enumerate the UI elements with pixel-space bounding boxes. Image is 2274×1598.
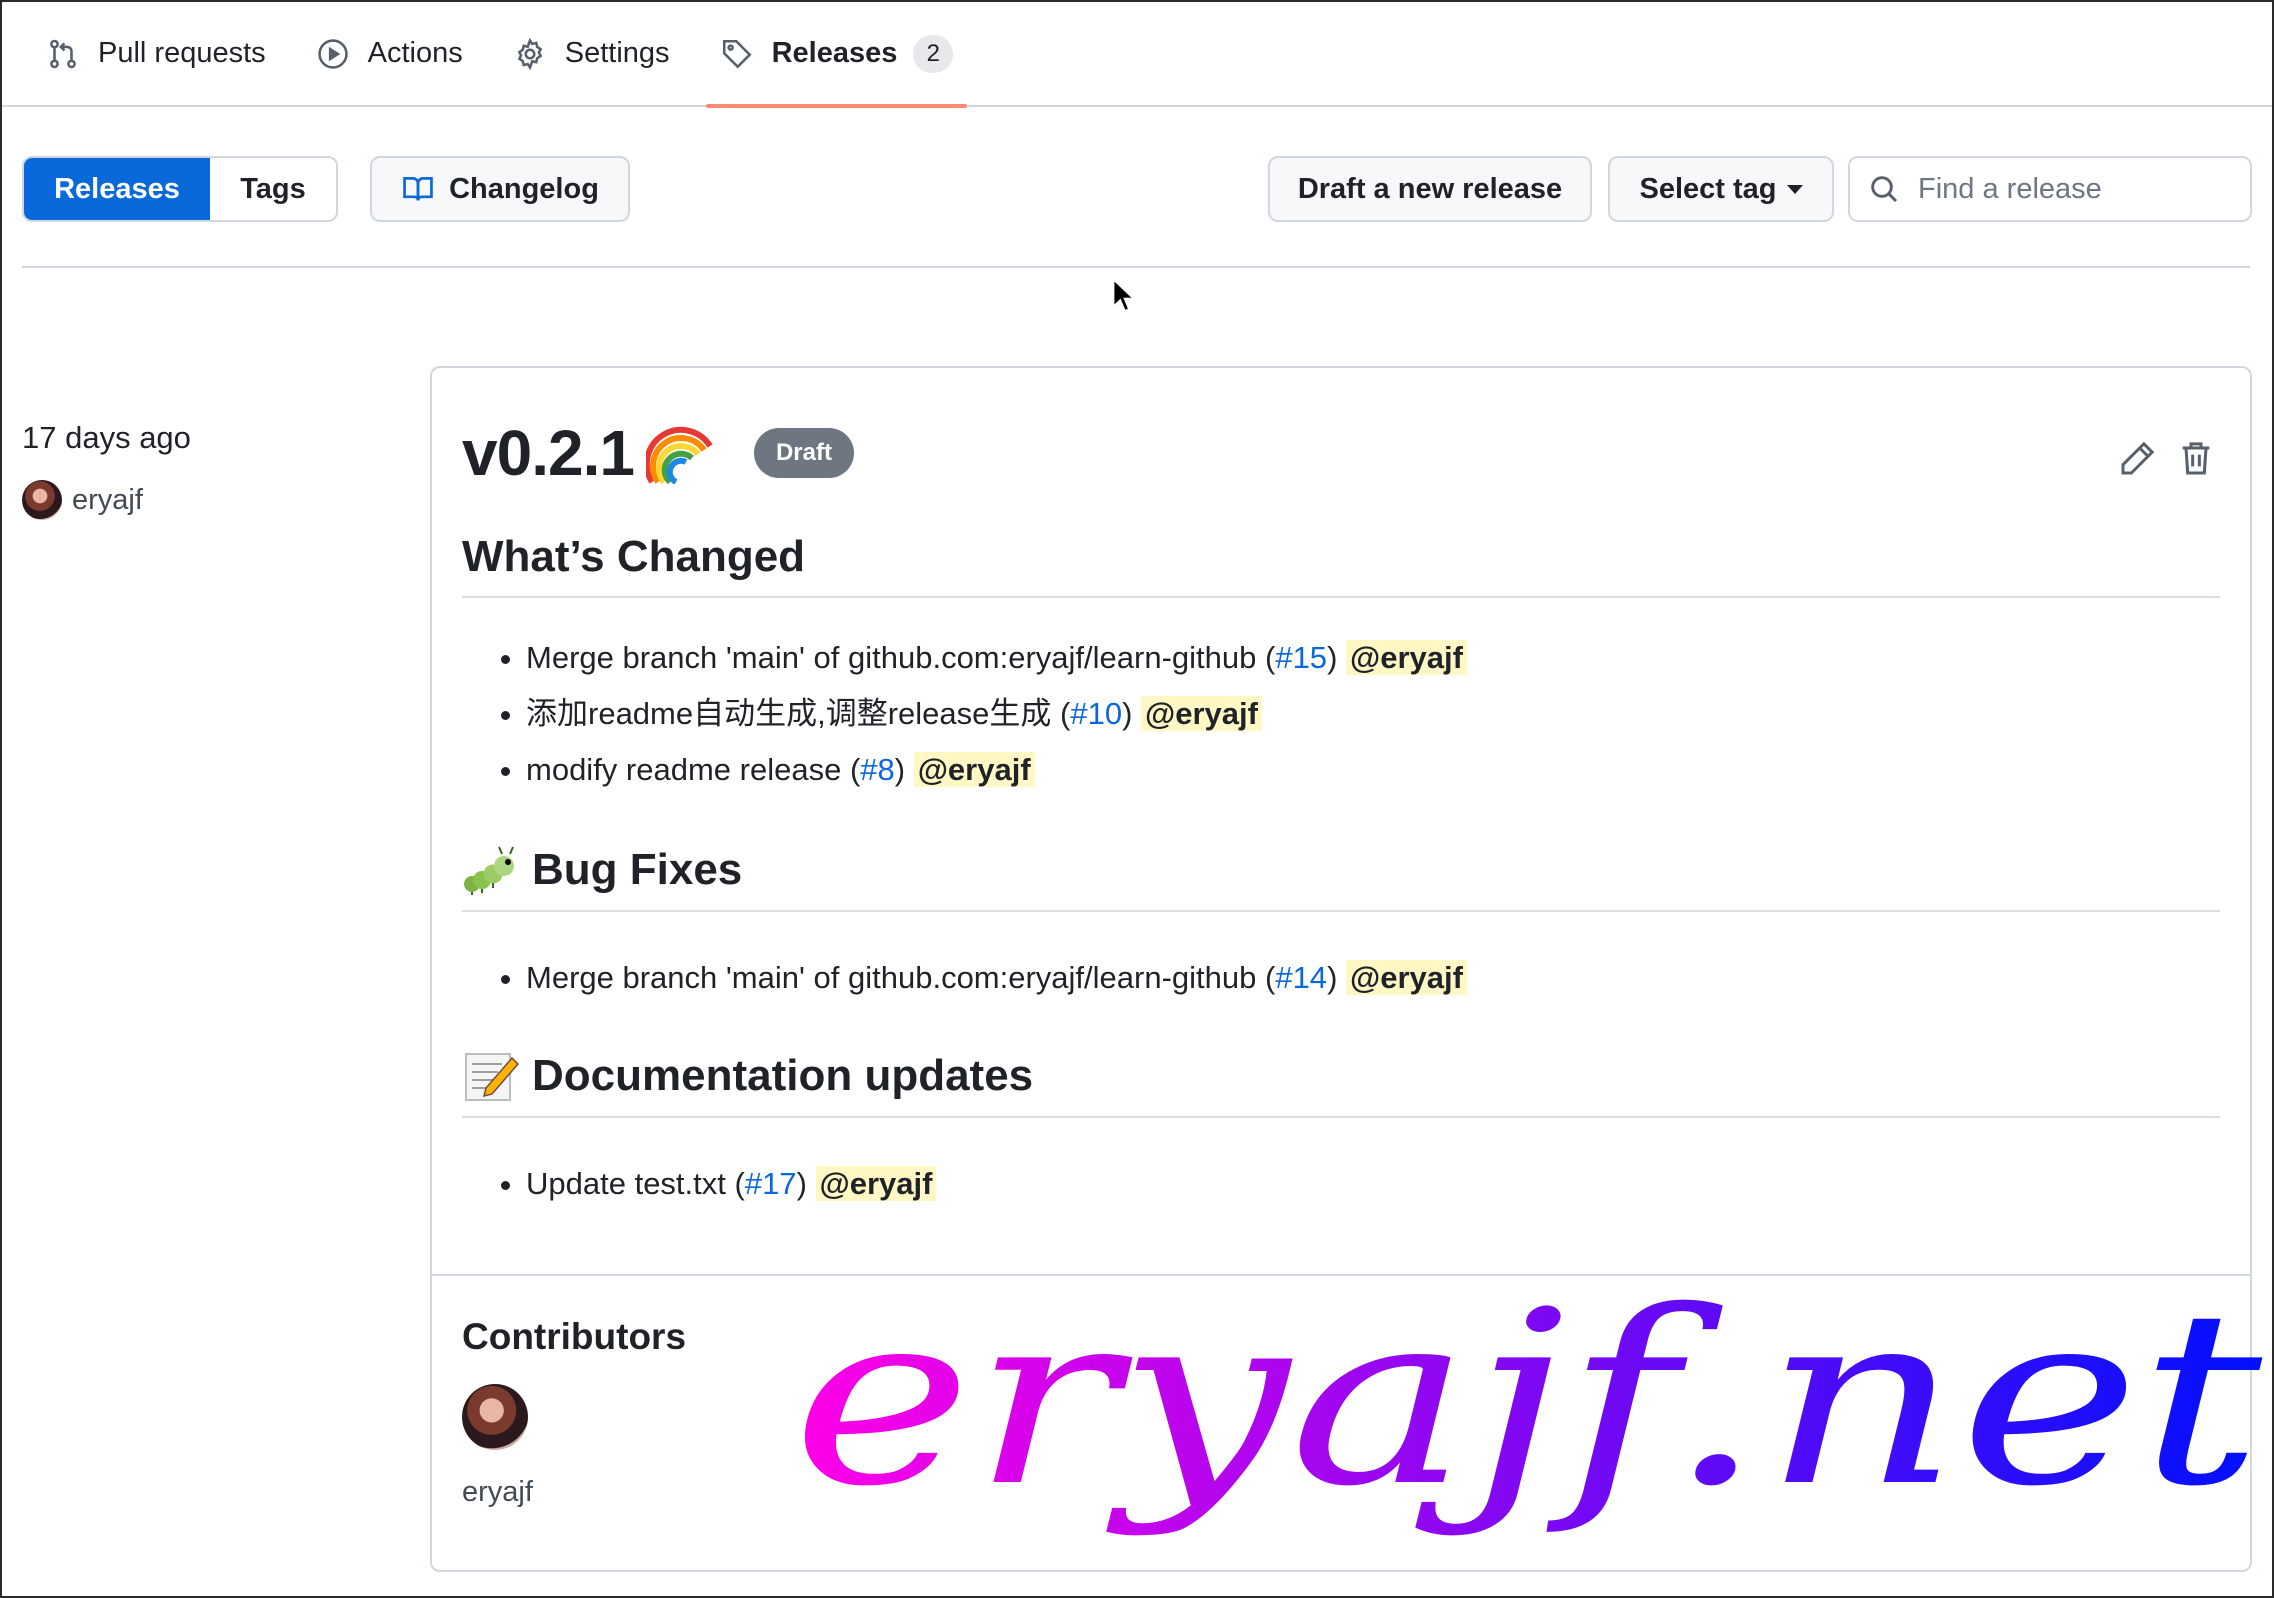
pr-link[interactable]: #15 — [1275, 640, 1327, 675]
find-release-input[interactable] — [1916, 171, 2236, 207]
contributors-section: Contributors eryajf — [432, 1274, 2250, 1570]
releases-button[interactable]: Releases — [24, 158, 210, 220]
section-heading-documentation: Documentation updates — [462, 1050, 2220, 1118]
search-icon — [1871, 176, 1898, 203]
trash-icon[interactable] — [2176, 438, 2216, 478]
user-mention[interactable]: @eryajf — [1346, 640, 1467, 675]
list-item: Merge branch 'main' of github.com:eryajf… — [526, 630, 1467, 686]
release-version[interactable]: v0.2.1 — [462, 416, 635, 490]
tags-button[interactable]: Tags — [210, 158, 336, 220]
section-heading-bug-fixes: Bug Fixes — [462, 844, 2220, 912]
tab-label: Settings — [564, 37, 670, 69]
release-search — [1848, 156, 2252, 222]
item-text: modify readme release — [526, 752, 842, 787]
avatar — [22, 480, 62, 520]
documentation-list: Update test.txt (#17) @eryajf — [462, 1156, 937, 1212]
git-pull-request-icon — [50, 39, 76, 68]
list-item: 添加readme自动生成,调整release生成 (#10) @eryajf — [526, 686, 1467, 742]
list-item: Merge branch 'main' of github.com:eryajf… — [526, 950, 1467, 1006]
pr-link[interactable]: #14 — [1275, 960, 1327, 995]
list-item: Update test.txt (#17) @eryajf — [526, 1156, 937, 1212]
pr-link[interactable]: #8 — [860, 752, 894, 787]
release-header: v0.2.1 Draft — [462, 416, 854, 490]
memo-icon — [465, 1053, 520, 1101]
section-heading-whats-changed: What’s Changed — [462, 532, 2220, 598]
tab-actions[interactable]: Actions — [316, 1, 463, 106]
tab-label: Actions — [367, 37, 463, 69]
tab-label: Pull requests — [98, 37, 266, 69]
contributors-heading: Contributors — [462, 1316, 687, 1357]
release-date: 17 days ago — [22, 420, 191, 455]
item-text: Update test.txt — [526, 1166, 726, 1201]
user-mention[interactable]: @eryajf — [913, 752, 1035, 787]
item-text: Merge branch 'main' of github.com:eryajf… — [526, 960, 1257, 995]
section-title: What’s Changed — [462, 532, 806, 581]
tab-settings[interactable]: Settings — [513, 1, 670, 106]
caterpillar-icon — [464, 846, 514, 895]
play-icon — [317, 38, 348, 69]
select-tag-dropdown[interactable]: Select tag — [1608, 156, 1834, 222]
tab-label: Releases — [771, 37, 898, 69]
repo-nav: Pull requests Actions Settings Releases … — [2, 1, 2272, 108]
tab-releases[interactable]: Releases 2 — [705, 1, 968, 108]
item-text: Merge branch 'main' of github.com:eryajf… — [526, 640, 1257, 675]
status-badge: Draft — [753, 428, 854, 478]
changelog-label: Changelog — [449, 172, 599, 205]
changelog-button[interactable]: Changelog — [370, 156, 630, 222]
contributor-avatar[interactable] — [462, 1384, 528, 1450]
user-mention[interactable]: @eryajf — [815, 1166, 937, 1201]
draft-new-release-button[interactable]: Draft a new release — [1268, 156, 1592, 222]
section-title: Documentation updates — [532, 1051, 1034, 1100]
bug-fixes-list: Merge branch 'main' of github.com:eryajf… — [462, 950, 1467, 1006]
author-name: eryajf — [72, 483, 143, 516]
releases-count-badge: 2 — [913, 34, 954, 73]
releases-tags-toggle: Releases Tags — [22, 156, 338, 222]
item-text: 添加readme自动生成,调整release生成 — [526, 696, 1052, 731]
pr-link[interactable]: #10 — [1070, 696, 1122, 731]
rainbow-icon — [645, 426, 713, 484]
caret-down-icon — [1786, 184, 1803, 194]
book-icon — [403, 177, 433, 201]
gear-icon — [517, 37, 543, 70]
tag-icon — [722, 39, 752, 69]
toolbar-divider — [22, 266, 2250, 268]
pr-link[interactable]: #17 — [745, 1166, 797, 1201]
release-author[interactable]: eryajf — [22, 480, 143, 520]
tab-pull-requests[interactable]: Pull requests — [46, 1, 266, 106]
release-card: v0.2.1 Draft What’s Changed Merge branch… — [430, 366, 2252, 1572]
list-item: modify readme release (#8) @eryajf — [526, 742, 1467, 798]
mouse-pointer-icon — [1112, 278, 1136, 313]
pencil-icon[interactable] — [2118, 438, 2158, 478]
user-mention[interactable]: @eryajf — [1346, 960, 1467, 995]
contributor-name[interactable]: eryajf — [462, 1476, 533, 1509]
select-tag-label: Select tag — [1639, 172, 1777, 205]
user-mention[interactable]: @eryajf — [1141, 696, 1262, 731]
section-title: Bug Fixes — [532, 845, 743, 894]
whats-changed-list: Merge branch 'main' of github.com:eryajf… — [462, 630, 1467, 798]
